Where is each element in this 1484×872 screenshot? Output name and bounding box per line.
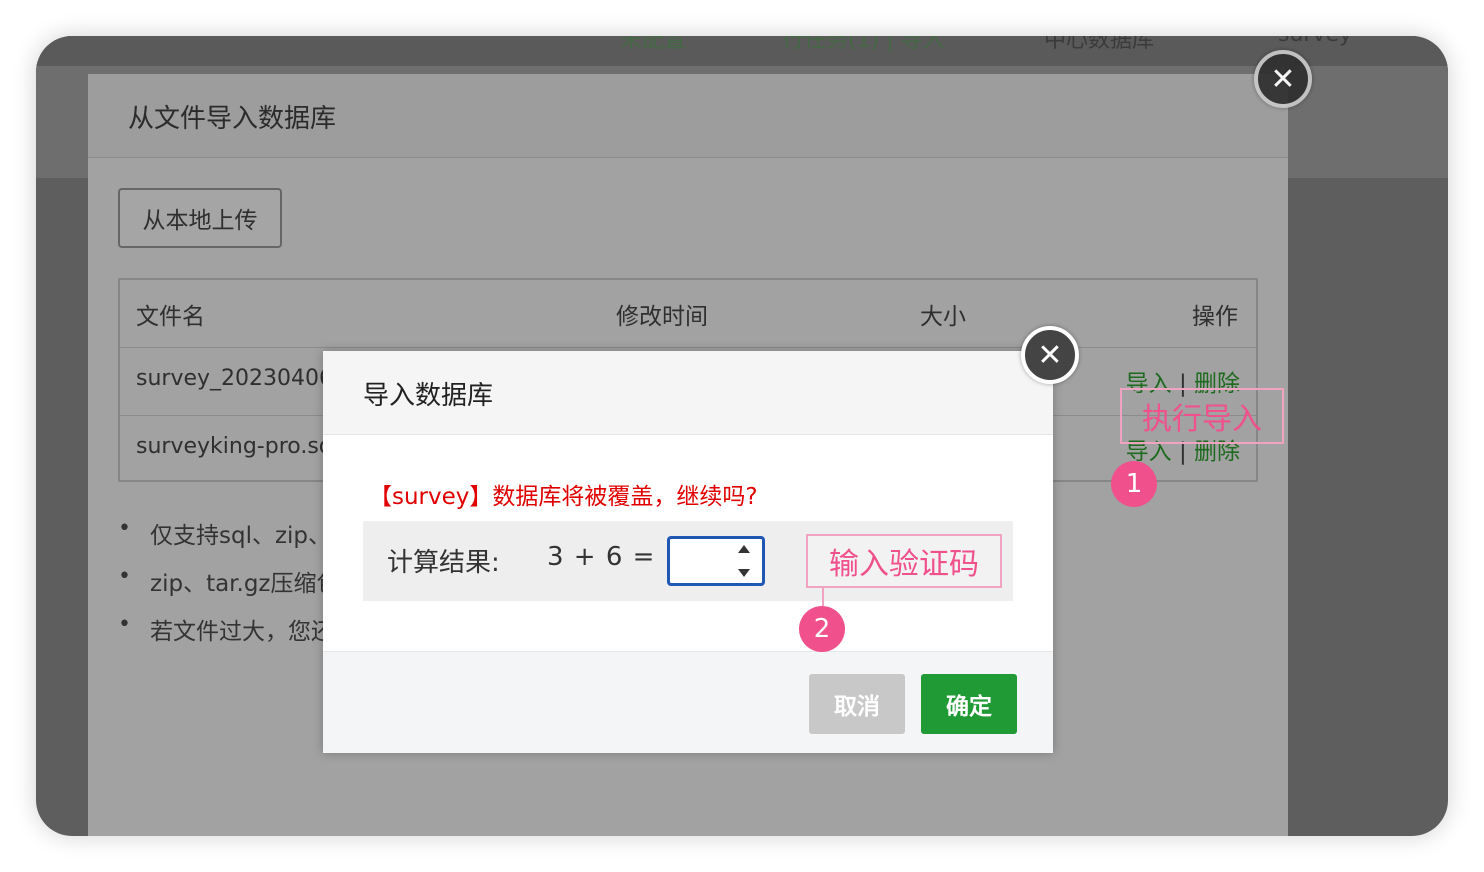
annotation-connector [822, 588, 824, 606]
confirm-button[interactable]: 确定 [921, 674, 1017, 734]
annotation-label: 执行导入 [1120, 388, 1284, 444]
background-nav-text: 未配置 [620, 36, 687, 53]
background-nav-text: survey [1278, 36, 1352, 47]
list-item: zip、tar.gz压缩包 [116, 564, 340, 612]
step-badge: 1 [1111, 461, 1157, 507]
upload-local-button[interactable]: 从本地上传 [118, 188, 282, 248]
column-header-size: 大小 [920, 304, 966, 330]
number-stepper[interactable] [736, 543, 752, 583]
table-header-row: 文件名 修改时间 大小 操作 [120, 280, 1256, 348]
background-nav-text: 行任务(1) | 导入 [782, 36, 945, 53]
captcha-expression: 3 + 6 = [547, 542, 656, 572]
dialog-title: 导入数据库 [363, 381, 494, 411]
cancel-button[interactable]: 取消 [809, 674, 905, 734]
notes-list: 仅支持sql、zip、 zip、tar.gz压缩包 若文件过大，您还 [116, 516, 340, 660]
list-item: 若文件过大，您还 [116, 612, 340, 660]
captcha-input[interactable] [667, 536, 765, 586]
dialog-title: 从文件导入数据库 [128, 104, 337, 134]
chevron-up-icon[interactable] [738, 545, 750, 553]
overwrite-warning: 【survey】数据库将被覆盖，继续吗? [369, 484, 758, 510]
column-header-name: 文件名 [136, 304, 205, 330]
step-badge: 2 [799, 606, 845, 652]
background-nav-text: 中心数据库 [1044, 36, 1155, 53]
list-item: 仅支持sql、zip、 [116, 516, 340, 564]
column-header-actions: 操作 [1192, 304, 1238, 330]
captcha-label: 计算结果: [387, 548, 500, 578]
file-name: survey_20230406 [136, 366, 334, 391]
annotation-label: 输入验证码 [806, 534, 1002, 588]
dialog-footer: 取消 确定 [323, 651, 1053, 753]
close-icon[interactable]: ✕ [1254, 50, 1312, 108]
background-top-strip: 未配置 行任务(1) | 导入 中心数据库 survey [36, 36, 1448, 66]
app-window: 未配置 行任务(1) | 导入 中心数据库 survey 从文件导入数据库 从本… [36, 36, 1448, 836]
file-name: surveyking-pro.sq [136, 434, 333, 459]
column-header-modified: 修改时间 [616, 304, 708, 330]
close-icon[interactable]: ✕ [1021, 326, 1079, 384]
dialog-header: 导入数据库 [323, 351, 1053, 435]
dialog-header: 从文件导入数据库 [88, 74, 1288, 158]
chevron-down-icon[interactable] [738, 569, 750, 577]
